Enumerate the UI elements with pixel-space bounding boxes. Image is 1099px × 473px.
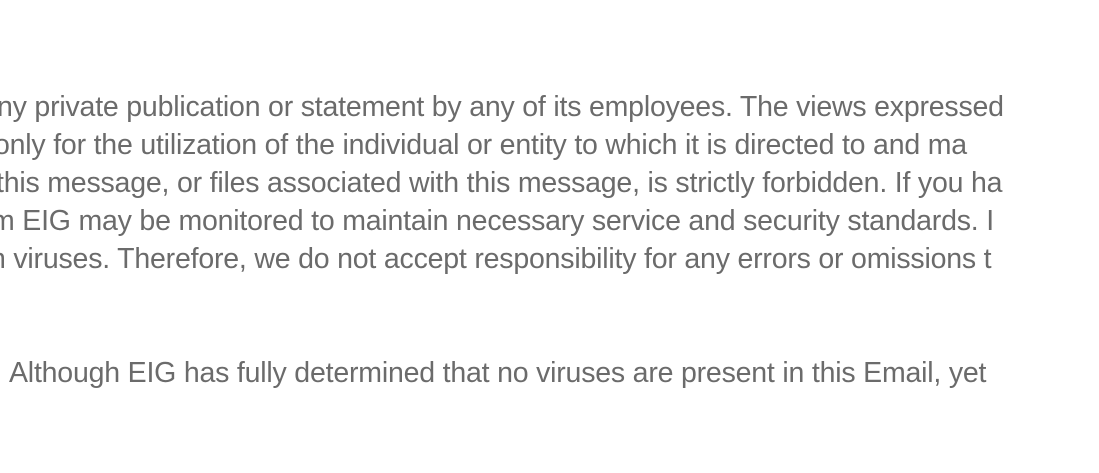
disclaimer-line-3: this message, or files associated with t… <box>0 167 1003 199</box>
virus-notice: Although EIG has fully determined that n… <box>9 357 987 389</box>
email-disclaimer-page: { "disclaimer": { "lines": [ "ny private… <box>0 0 1099 473</box>
disclaimer-paragraph: ny private publication or statement by a… <box>0 88 1099 278</box>
disclaimer-line-5: n viruses. Therefore, we do not accept r… <box>0 243 992 275</box>
disclaimer-line-2: only for the utilization of the individu… <box>0 129 967 161</box>
disclaimer-line-4: m EIG may be monitored to maintain neces… <box>0 205 994 237</box>
disclaimer-line-1: ny private publication or statement by a… <box>0 91 1004 123</box>
